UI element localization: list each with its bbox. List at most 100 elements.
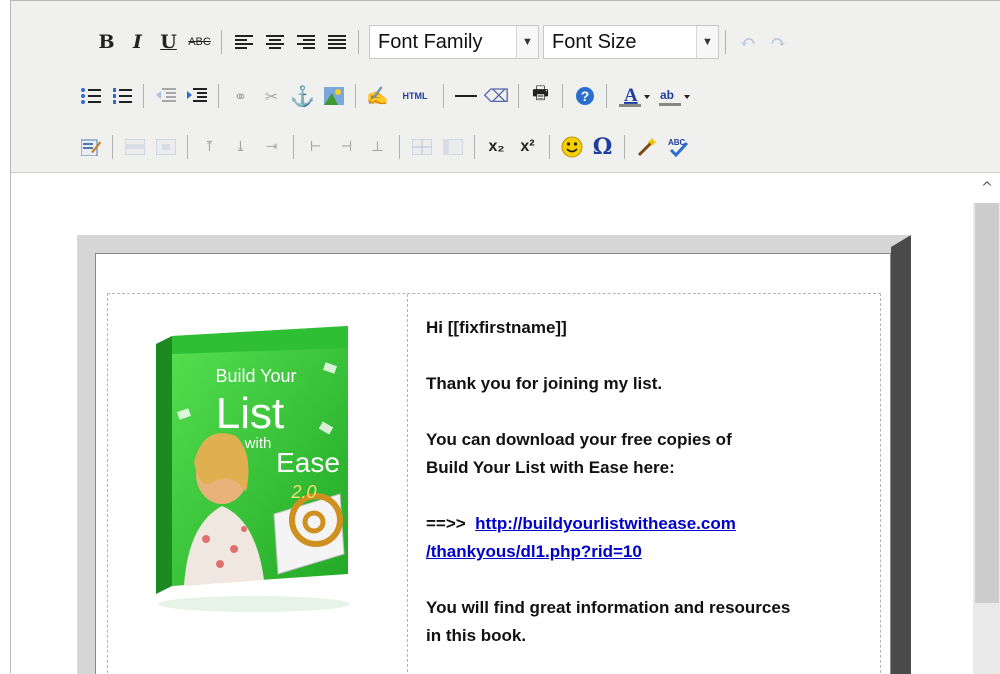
undo-icon[interactable]: ↶	[732, 27, 763, 57]
cover-version: 2.0	[290, 482, 316, 502]
eraser-icon[interactable]: ⌫	[481, 81, 512, 111]
insert-row-after-icon[interactable]: ⤓	[225, 132, 256, 162]
rich-text-editor: B I U ABC Font Family ▼ Font Size ▼ ↶ ↷ …	[10, 0, 1000, 674]
download-link-line-2[interactable]: /thankyous/dl1.php?rid=10	[426, 542, 642, 561]
editor-content-area[interactable]: Build Your List with Ease 2.0 Hi [[fixfi…	[11, 173, 973, 674]
bold-icon[interactable]: B	[91, 27, 122, 57]
bold-glyph: B	[98, 31, 115, 53]
toolbar-separator	[187, 135, 188, 159]
text-color-icon[interactable]: A	[613, 81, 653, 111]
insert-col-after-icon[interactable]: ⊣	[331, 132, 362, 162]
subscript-icon[interactable]: x₂	[481, 132, 512, 162]
toolbar-separator	[562, 84, 563, 108]
svg-text:A: A	[624, 85, 638, 106]
emoticon-icon[interactable]	[556, 132, 587, 162]
unlink-icon[interactable]: ✂	[256, 81, 287, 111]
help-icon[interactable]: ?	[569, 81, 600, 111]
download-line-2: Build Your List with Ease here:	[426, 458, 675, 477]
email-frame-shadow	[891, 235, 911, 674]
table-cell-text[interactable]: Hi [[fixfirstname]] Thank you for joinin…	[426, 314, 876, 674]
cover-title-line1: Build Your	[215, 366, 296, 386]
scrollbar-thumb[interactable]	[975, 203, 999, 603]
toolbar-row-2: ⚭ ✂ ⚓ ✍ HTML ⌫ 🖶 ? A ab	[75, 76, 693, 116]
image-icon[interactable]	[318, 81, 349, 111]
insert-row-before-icon[interactable]: ⤒	[194, 132, 225, 162]
chevron-down-icon[interactable]: ▼	[516, 26, 538, 58]
split-cells-icon[interactable]	[406, 132, 437, 162]
align-left-icon[interactable]	[228, 27, 259, 57]
underline-icon[interactable]: U	[153, 27, 184, 57]
download-link-line-1[interactable]: http://buildyourlistwithease.com	[475, 514, 736, 533]
indent-icon[interactable]	[181, 81, 212, 111]
resources-paragraph: You will find great information and reso…	[426, 594, 876, 650]
align-center-icon[interactable]	[259, 27, 290, 57]
cover-title-line2: List	[216, 389, 284, 438]
omega-glyph: Ω	[592, 134, 613, 160]
table-cell-props-icon[interactable]	[150, 132, 181, 162]
toolbar-separator	[549, 135, 550, 159]
special-char-icon[interactable]: Ω	[587, 132, 618, 162]
table-row-props-icon[interactable]	[119, 132, 150, 162]
font-family-select[interactable]: Font Family ▼	[369, 25, 539, 59]
scroll-up-icon[interactable]: ^	[973, 173, 1000, 203]
download-line-1: You can download your free copies of	[426, 430, 732, 449]
anchor-icon[interactable]: ⚓	[287, 81, 318, 111]
font-size-select[interactable]: Font Size ▼	[543, 25, 719, 59]
bullet-list-icon[interactable]	[75, 81, 106, 111]
html-label: HTML	[402, 91, 428, 101]
toolbar-separator	[218, 84, 219, 108]
align-justify-icon[interactable]	[321, 27, 352, 57]
redo-icon[interactable]: ↷	[763, 27, 794, 57]
font-family-value: Font Family	[378, 30, 483, 53]
toolbar-separator	[474, 135, 475, 159]
toolbar-separator	[355, 84, 356, 108]
ebook-cover-image[interactable]: Build Your List with Ease 2.0	[144, 324, 376, 614]
highlight-color-icon[interactable]: ab	[653, 81, 693, 111]
toolbar-separator	[399, 135, 400, 159]
toolbar-separator	[293, 135, 294, 159]
table-cell-image[interactable]: Build Your List with Ease 2.0	[108, 294, 408, 674]
cleanup-icon[interactable]: ✍	[362, 81, 393, 111]
link-icon[interactable]: ⚭	[225, 81, 256, 111]
spellcheck-icon[interactable]: ABC	[662, 132, 693, 162]
resources-line-1: You will find great information and reso…	[426, 598, 791, 617]
toolbar-separator	[624, 135, 625, 159]
html-icon[interactable]: HTML	[393, 81, 437, 111]
toolbar-separator	[443, 84, 444, 108]
download-paragraph: You can download your free copies of Bui…	[426, 426, 876, 482]
svg-text:ab: ab	[660, 88, 674, 102]
italic-icon[interactable]: I	[122, 27, 153, 57]
numbered-list-icon[interactable]	[106, 81, 137, 111]
link-paragraph: ==>> http://buildyourlistwithease.com /t…	[426, 510, 876, 566]
chevron-down-icon[interactable]: ▼	[696, 26, 718, 58]
delete-col-icon[interactable]: ⊥	[362, 132, 393, 162]
vertical-scrollbar[interactable]: ^	[973, 173, 1000, 674]
outdent-icon[interactable]	[150, 81, 181, 111]
superscript-glyph: x²	[520, 138, 535, 155]
superscript-icon[interactable]: x²	[512, 132, 543, 162]
insert-col-before-icon[interactable]: ⊢	[300, 132, 331, 162]
italic-glyph: I	[133, 31, 142, 53]
print-icon[interactable]: 🖶	[525, 81, 556, 111]
merge-cells-icon[interactable]	[437, 132, 468, 162]
toolbar-separator	[606, 84, 607, 108]
content-table[interactable]: Build Your List with Ease 2.0 Hi [[fixfi…	[107, 293, 881, 674]
toolbar-separator	[518, 84, 519, 108]
cover-title-line3: with	[244, 435, 272, 452]
edit-icon[interactable]	[75, 132, 106, 162]
toolbar-separator	[725, 30, 726, 54]
strikethrough-icon[interactable]: ABC	[184, 27, 215, 57]
horizontal-rule-icon[interactable]	[450, 81, 481, 111]
align-right-icon[interactable]	[290, 27, 321, 57]
toolbar-row-3: ⤒ ⤓ ⇥ ⊢ ⊣ ⊥ x₂ x² Ω ABC	[75, 127, 693, 167]
wand-icon[interactable]	[631, 132, 662, 162]
greeting-text: Hi [[fixfirstname]]	[426, 318, 567, 337]
cover-title-line4: Ease	[276, 447, 340, 478]
editor-toolbar: B I U ABC Font Family ▼ Font Size ▼ ↶ ↷ …	[11, 1, 1000, 173]
toolbar-separator	[112, 135, 113, 159]
delete-row-icon[interactable]: ⇥	[256, 132, 287, 162]
svg-text:?: ?	[580, 88, 589, 104]
toolbar-row-1: B I U ABC Font Family ▼ Font Size ▼ ↶ ↷	[91, 22, 794, 62]
toolbar-separator	[221, 30, 222, 54]
arrow-text: ==>>	[426, 514, 466, 533]
